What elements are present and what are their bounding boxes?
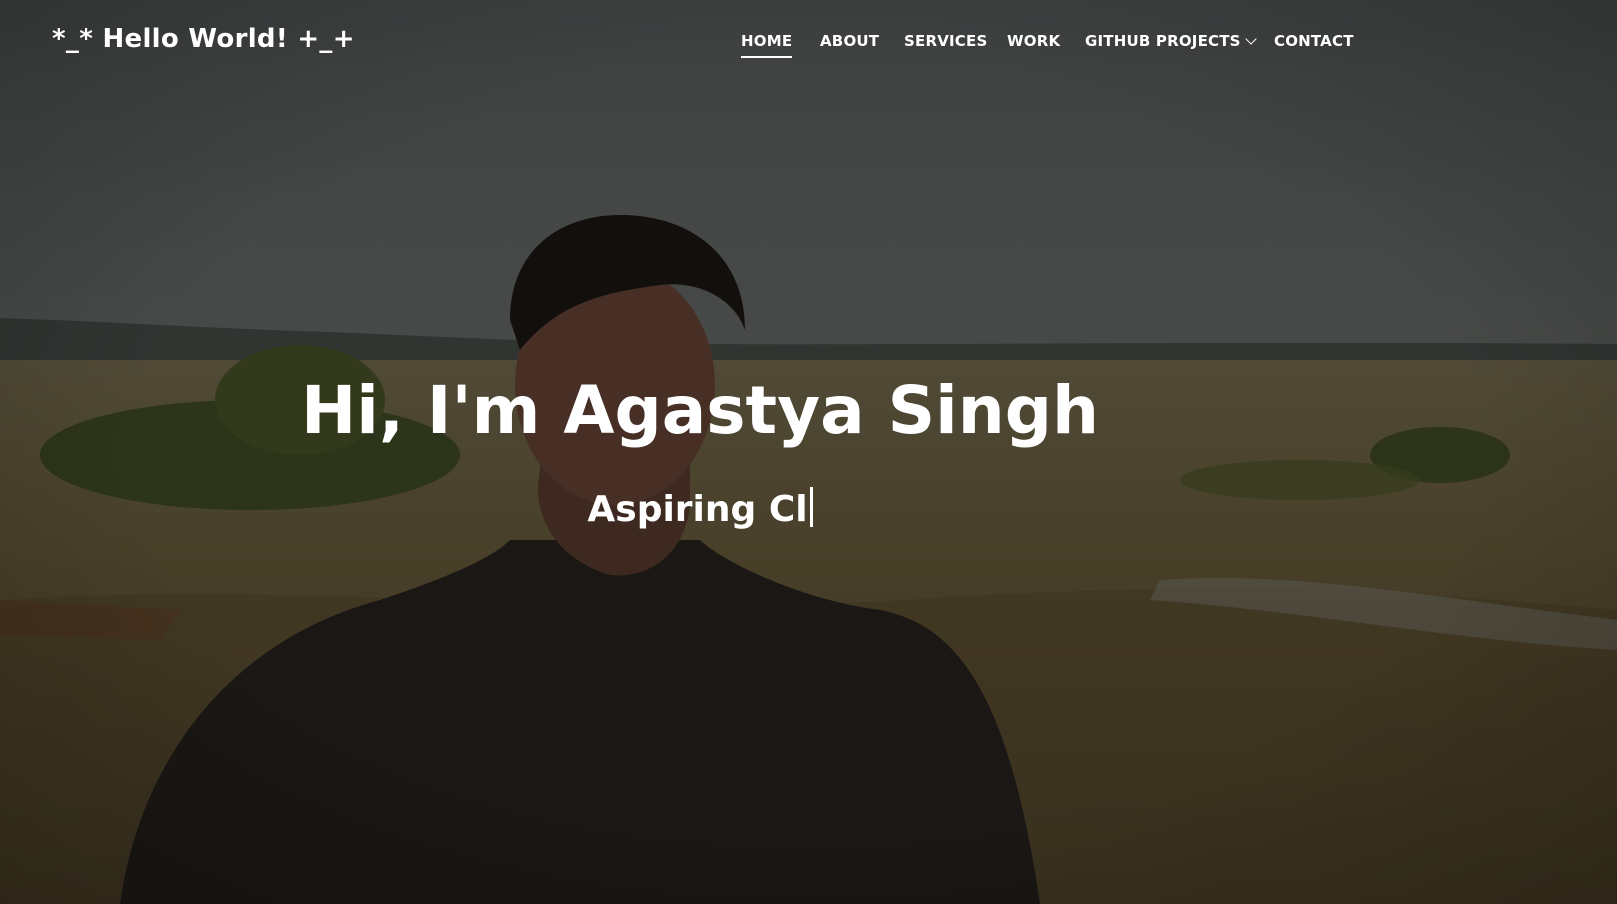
top-navbar: *_* Hello World! +_+ HOME ABOUT SERVICES… bbox=[0, 0, 1617, 84]
typed-subtitle-text: Aspiring Cl bbox=[587, 489, 808, 530]
hero-subtitle: Aspiring Cl bbox=[0, 487, 1400, 530]
nav-item-about[interactable]: ABOUT bbox=[820, 32, 879, 50]
hero-section: *_* Hello World! +_+ HOME ABOUT SERVICES… bbox=[0, 0, 1617, 904]
nav-item-github-projects[interactable]: GITHUB PROJECTS bbox=[1085, 32, 1257, 50]
hero-background-image bbox=[0, 0, 1617, 904]
chevron-down-icon bbox=[1245, 33, 1257, 45]
nav-item-github-projects-label: GITHUB PROJECTS bbox=[1085, 32, 1241, 50]
hero-title: Hi, I'm Agastya Singh bbox=[300, 372, 1100, 449]
main-menu: HOME ABOUT SERVICES WORK GITHUB PROJECTS… bbox=[0, 32, 1617, 62]
nav-item-work[interactable]: WORK bbox=[1007, 32, 1060, 50]
typing-cursor bbox=[809, 487, 813, 527]
nav-item-home[interactable]: HOME bbox=[741, 32, 793, 58]
nav-item-contact[interactable]: CONTACT bbox=[1274, 32, 1354, 50]
nav-item-services[interactable]: SERVICES bbox=[904, 32, 987, 50]
